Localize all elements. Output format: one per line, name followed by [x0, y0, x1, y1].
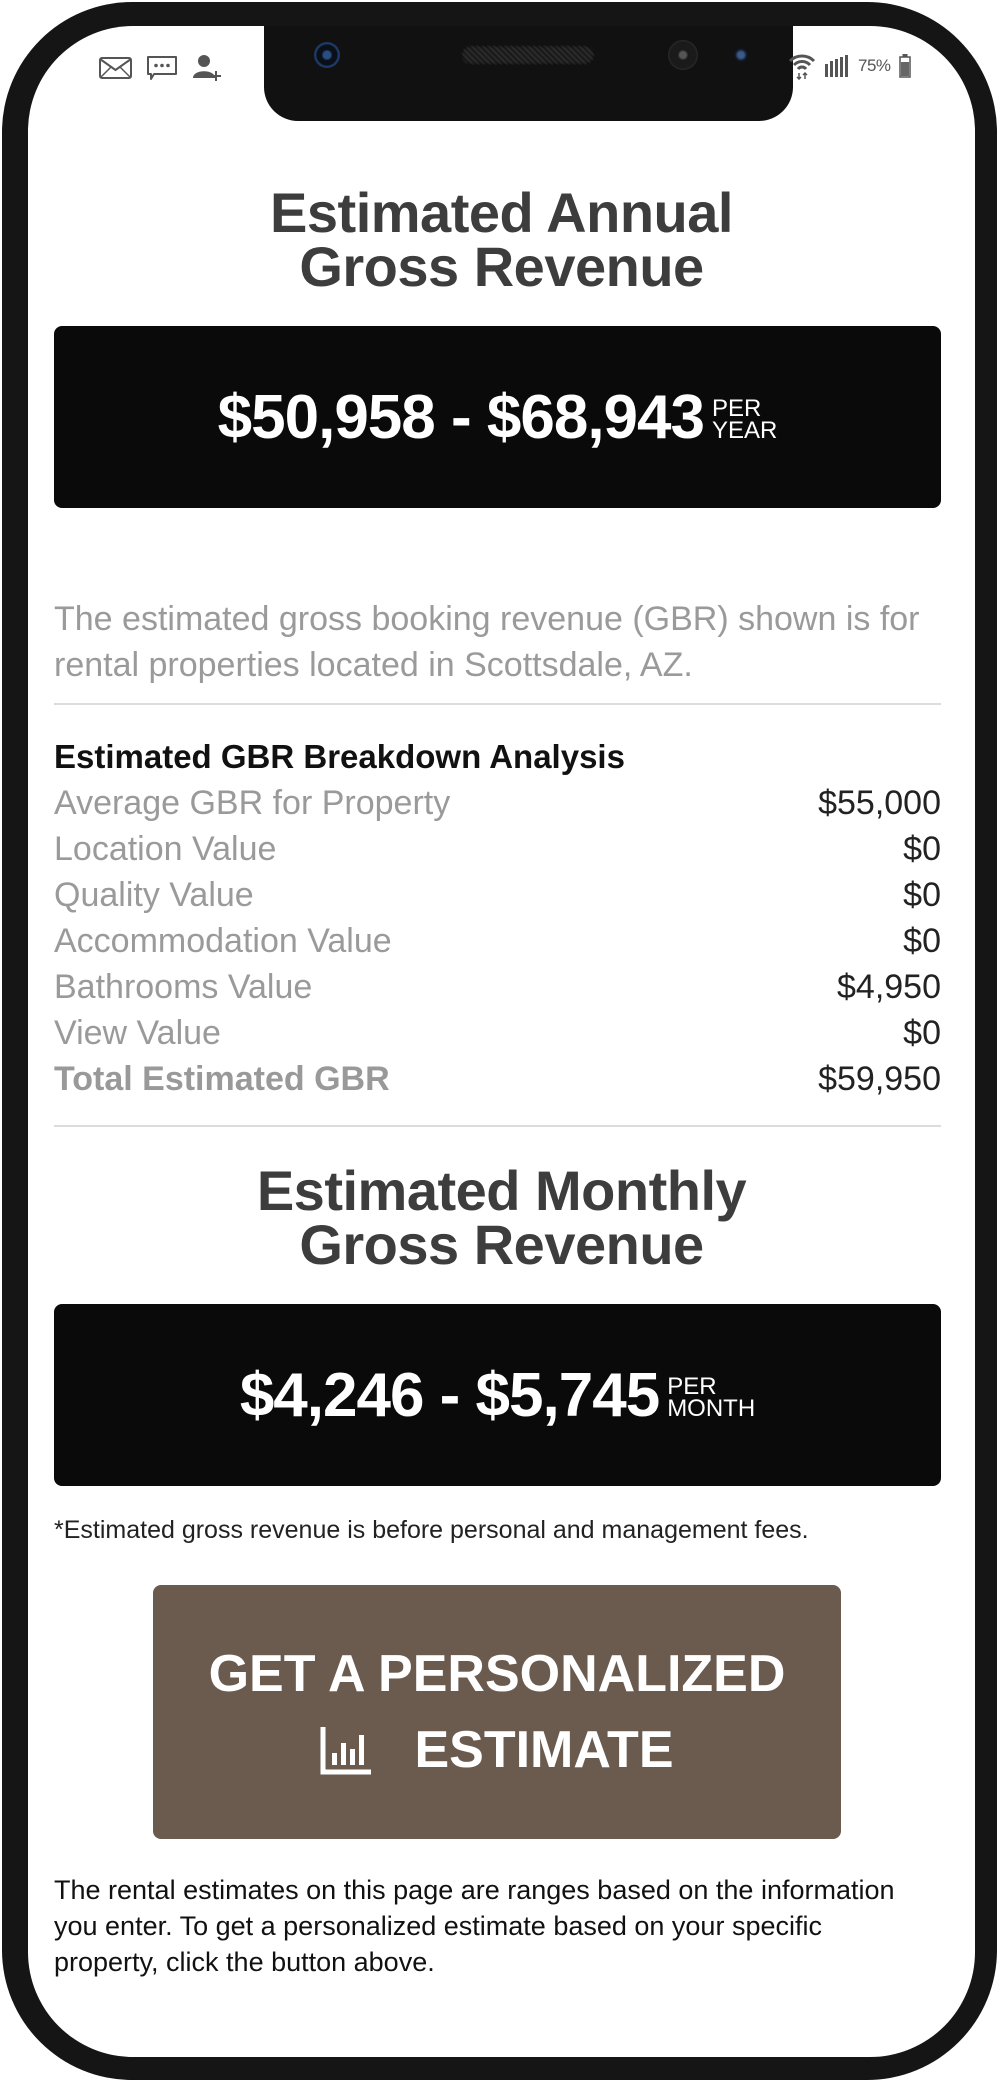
monthly-title-line1: Estimated Monthly — [256, 1159, 747, 1222]
footer-disclaimer: The rental estimates on this page are ra… — [54, 1875, 895, 1977]
breakdown-label: Quality Value — [54, 876, 254, 914]
annual-title-line2: Gross Revenue — [299, 235, 704, 298]
divider — [54, 1125, 941, 1127]
phone-frame: 75% Estimated Annual Gross Revenue $50,9… — [2, 2, 997, 2080]
front-camera-icon — [314, 42, 340, 68]
breakdown-total-label: Total Estimated GBR — [54, 1060, 390, 1098]
sensor-icon — [668, 40, 698, 70]
annual-revenue-title: Estimated Annual Gross Revenue — [28, 181, 975, 298]
status-bar-right: 75% — [788, 52, 911, 80]
personalized-estimate-button[interactable]: GET A PERSONALIZED ESTIMATE — [153, 1585, 841, 1839]
wifi-icon — [788, 54, 816, 80]
monthly-title-line2: Gross Revenue — [299, 1213, 704, 1276]
battery-percent: 75% — [858, 56, 891, 75]
chat-icon — [147, 56, 177, 80]
proximity-sensor-icon — [734, 48, 748, 62]
breakdown-value: $0 — [903, 876, 941, 914]
breakdown-row: Quality Value $0 — [54, 872, 941, 918]
breakdown-label: Location Value — [54, 830, 277, 868]
breakdown-total-value: $59,950 — [818, 1060, 941, 1098]
cta-line1: GET A PERSONALIZED — [208, 1645, 786, 1703]
monthly-range-box: $4,246 - $5,745 PER MONTH — [54, 1304, 941, 1486]
breakdown-label: View Value — [54, 1014, 221, 1052]
earpiece-speaker-icon — [461, 45, 595, 65]
battery-icon — [898, 54, 911, 78]
breakdown-row: Bathrooms Value $4,950 — [54, 964, 941, 1010]
breakdown-value: $4,950 — [837, 968, 941, 1006]
breakdown-label: Bathrooms Value — [54, 968, 313, 1006]
divider — [54, 703, 941, 705]
breakdown-label: Accommodation Value — [54, 922, 392, 960]
breakdown-row: View Value $0 — [54, 1010, 941, 1056]
monthly-range-unit: PER MONTH — [667, 1375, 756, 1422]
phone-screen: 75% Estimated Annual Gross Revenue $50,9… — [28, 26, 975, 2057]
breakdown-heading: Estimated GBR Breakdown Analysis — [54, 738, 625, 775]
cta-line2: ESTIMATE — [320, 1712, 674, 1788]
annual-range-box: $50,958 - $68,943 PER YEAR — [54, 326, 941, 508]
monthly-range-value: $4,246 - $5,745 — [239, 1360, 660, 1430]
gbr-breakdown: Estimated GBR Breakdown Analysis Average… — [54, 734, 941, 1102]
fees-footnote: *Estimated gross revenue is before perso… — [54, 1516, 809, 1544]
add-contact-icon — [193, 55, 221, 81]
breakdown-label: Average GBR for Property — [54, 784, 451, 822]
breakdown-row: Accommodation Value $0 — [54, 918, 941, 964]
breakdown-value: $55,000 — [818, 784, 941, 822]
breakdown-total-row: Total Estimated GBR $59,950 — [54, 1056, 941, 1102]
breakdown-row: Average GBR for Property $55,000 — [54, 780, 941, 826]
monthly-unit-line2: MONTH — [667, 1395, 756, 1422]
annual-title-line1: Estimated Annual — [270, 181, 733, 244]
signal-icon — [825, 55, 848, 77]
gbr-description: The estimated gross booking revenue (GBR… — [54, 600, 920, 684]
annual-unit-line2: YEAR — [711, 417, 778, 444]
annual-range-value: $50,958 - $68,943 — [217, 382, 705, 452]
breakdown-value: $0 — [903, 1014, 941, 1052]
cta-line2-text: ESTIMATE — [414, 1721, 674, 1779]
phone-notch — [264, 26, 793, 121]
breakdown-value: $0 — [903, 830, 941, 868]
status-bar-left — [99, 54, 222, 82]
breakdown-row: Location Value $0 — [54, 826, 941, 872]
monthly-revenue-title: Estimated Monthly Gross Revenue — [28, 1159, 975, 1276]
mail-icon — [99, 57, 132, 79]
breakdown-value: $0 — [903, 922, 941, 960]
bar-chart-icon — [320, 1727, 372, 1775]
annual-range-unit: PER YEAR — [711, 397, 778, 444]
